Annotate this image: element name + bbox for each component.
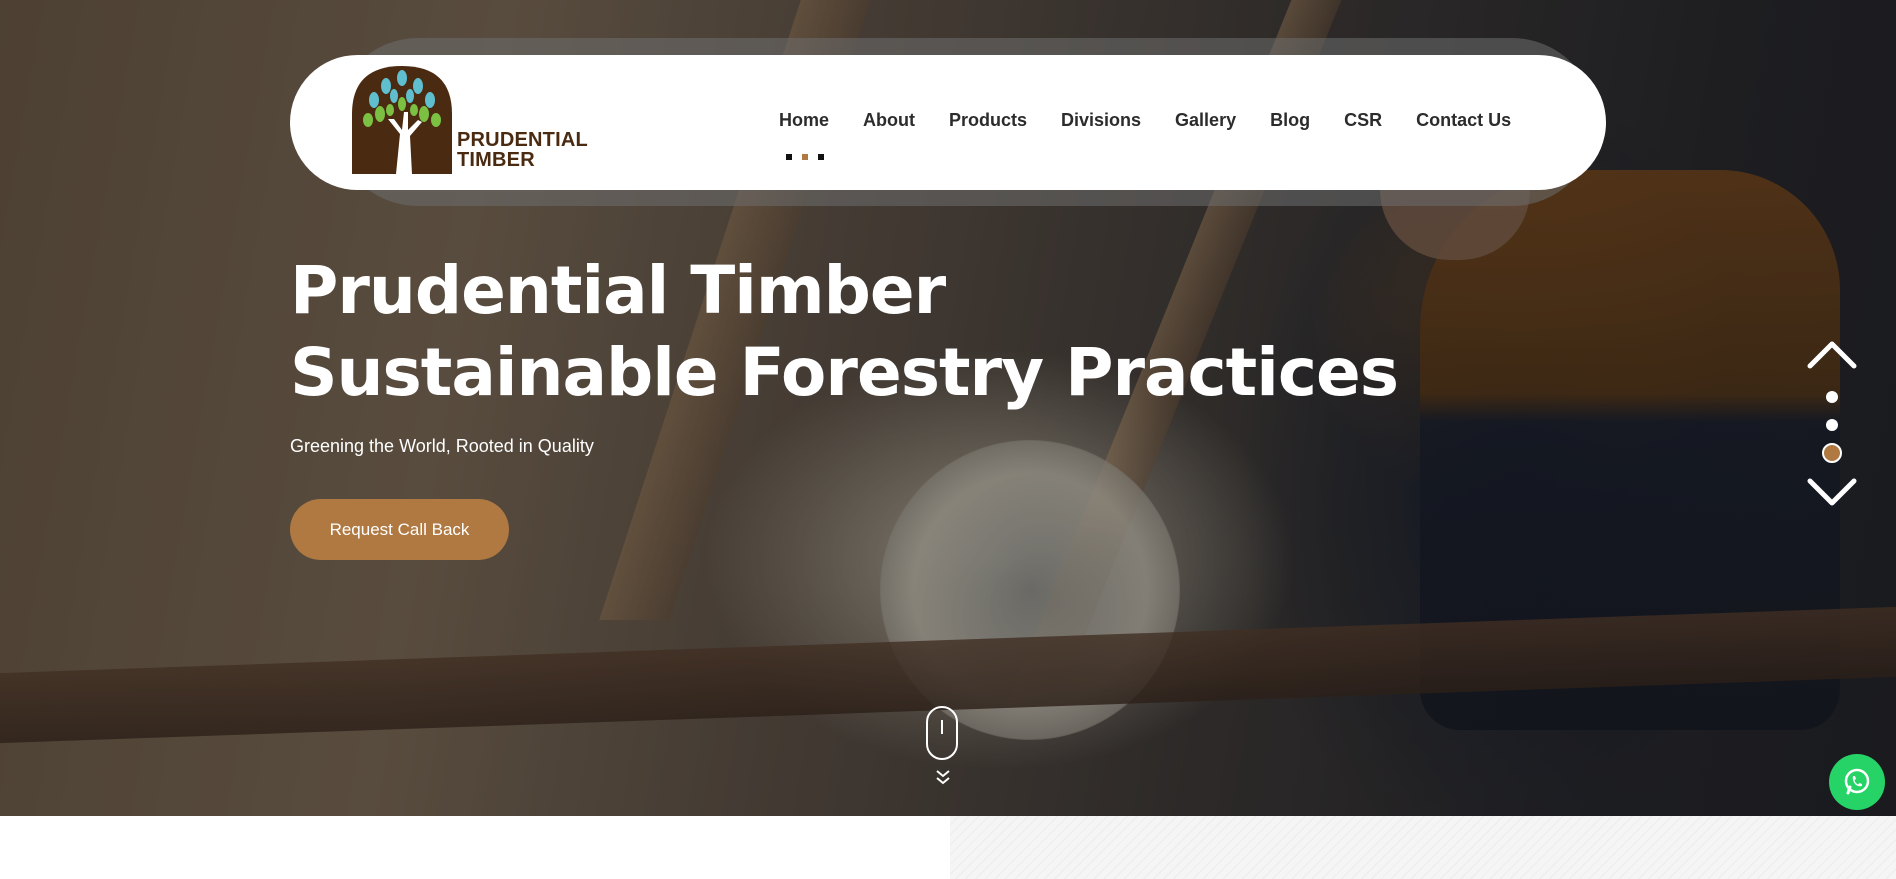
- nav-gallery[interactable]: Gallery: [1175, 110, 1236, 131]
- active-indicator: [786, 154, 826, 160]
- slide-dot-1[interactable]: [1826, 391, 1838, 403]
- whatsapp-icon: [1844, 768, 1870, 795]
- nav-divisions[interactable]: Divisions: [1061, 110, 1141, 131]
- chevron-up-icon[interactable]: [1806, 338, 1858, 370]
- nav-contact[interactable]: Contact Us: [1416, 110, 1511, 131]
- hero-tagline: Greening the World, Rooted in Quality: [290, 436, 594, 456]
- slide-dot-2[interactable]: [1826, 419, 1838, 431]
- slide-dot-3-active[interactable]: [1822, 443, 1842, 463]
- tree-icon: [352, 66, 452, 174]
- brand-line-2: TIMBER: [457, 149, 535, 171]
- chevron-down-icon[interactable]: [1806, 477, 1858, 509]
- whatsapp-button[interactable]: [1829, 754, 1885, 810]
- hero-title-line-2: Sustainable Forestry Practices: [290, 334, 1399, 411]
- mouse-scroll-icon[interactable]: [926, 706, 958, 760]
- hero-title-line-1: Prudential Timber: [290, 252, 946, 329]
- nav-csr[interactable]: CSR: [1344, 110, 1382, 131]
- hero-image-saw-blade: [880, 440, 1180, 740]
- request-call-back-button[interactable]: Request Call Back: [290, 499, 509, 560]
- nav-home[interactable]: Home: [779, 110, 829, 131]
- hero-image-person: [1420, 170, 1840, 730]
- nav-about[interactable]: About: [863, 110, 915, 131]
- main-menu: Home About Products Divisions Gallery Bl…: [779, 110, 1545, 131]
- brand-line-1: PRUDENTIAL: [457, 129, 588, 151]
- nav-products[interactable]: Products: [949, 110, 1027, 131]
- hero-title: Prudential Timber Sustainable Forestry P…: [290, 250, 1399, 414]
- brand-name: PRUDENTIAL TIMBER: [457, 130, 588, 170]
- section-decoration: [950, 816, 1896, 879]
- nav-blog[interactable]: Blog: [1270, 110, 1310, 131]
- double-chevron-down-icon: [936, 770, 950, 785]
